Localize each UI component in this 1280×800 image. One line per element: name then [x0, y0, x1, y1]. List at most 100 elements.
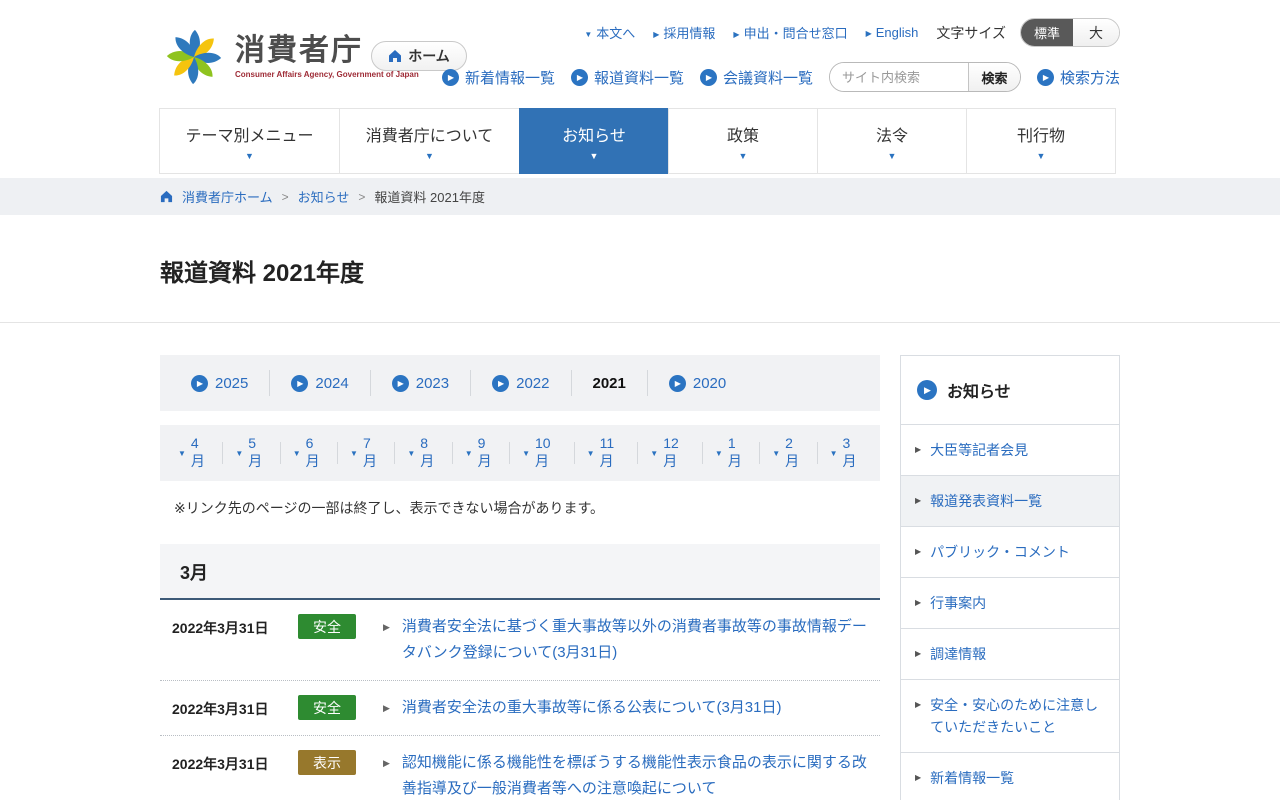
caret-down-icon: ▼	[650, 448, 659, 458]
year-tab-2024[interactable]: ▶ 2024	[270, 370, 371, 396]
link-label: 申出・問合せ窓口	[743, 26, 848, 41]
year-tab-2022[interactable]: ▶ 2022	[471, 370, 572, 396]
circle-arrow-icon: ▶	[668, 374, 686, 392]
breadcrumb-news[interactable]: お知らせ	[298, 187, 350, 206]
font-size-toggle: 標準 大	[1019, 18, 1120, 47]
sidebar-item-press-conference[interactable]: ▶ 大臣等記者会見	[900, 425, 1120, 476]
nav-news[interactable]: お知らせ ▼	[519, 108, 669, 174]
caret-down-icon: ▼	[245, 150, 254, 161]
month-tab-9[interactable]: ▼ 9月	[453, 435, 511, 469]
caret-down-icon: ▼	[350, 448, 358, 458]
news-link[interactable]: 認知機能に係る機能性を標ぼうする機能性表示食品の表示に関する改善指導及び一般消費…	[402, 750, 880, 800]
sidebar-item-events[interactable]: ▶ 行事案内	[900, 578, 1120, 629]
nav-label: テーマ別メニュー	[185, 127, 314, 145]
sidebar-item-label: 大臣等記者会見	[930, 442, 1029, 458]
sidebar-item-label: パブリック・コメント	[930, 544, 1070, 560]
utility-links-row: ▼ 本文へ ▶ 採用情報 ▶ 申出・問合せ窓口 ▶ English 文字サイズ 標準 大	[584, 18, 1120, 47]
month-tab-1[interactable]: ▼ 1月	[703, 435, 761, 469]
year-tab-2023[interactable]: ▶ 2023	[371, 370, 472, 396]
triangle-right-icon: ▶	[733, 30, 740, 39]
month-tab-11[interactable]: ▼ 11月	[575, 435, 639, 469]
month-tab-6[interactable]: ▼ 6月	[281, 435, 339, 469]
sidebar-item-label: 行事案内	[930, 595, 987, 611]
month-tab-3[interactable]: ▼ 3月	[818, 435, 874, 469]
month-tab-12[interactable]: ▼ 12月	[638, 435, 703, 469]
news-row: 2022年3月31日 安全 ▶ 消費者安全法の重大事故等に係る公表について(3月…	[160, 681, 880, 736]
caret-down-icon: ▼	[235, 448, 244, 458]
nav-label: 法令	[875, 127, 908, 145]
month-tab-2[interactable]: ▼ 2月	[760, 435, 818, 469]
nav-about-agency[interactable]: 消費者庁について ▼	[339, 108, 520, 174]
link-english[interactable]: ▶ English	[866, 25, 919, 40]
link-search-help[interactable]: ▶ 検索方法	[1036, 67, 1120, 88]
link-contact[interactable]: ▶ 申出・問合せ窓口	[733, 23, 847, 42]
triangle-right-icon: ▶	[383, 622, 390, 632]
link-to-content[interactable]: ▼ 本文へ	[584, 23, 635, 42]
site-search-input[interactable]	[829, 63, 968, 91]
triangle-right-icon: ▶	[915, 547, 922, 556]
year-tab-2021-current: 2021	[572, 370, 648, 396]
breadcrumb-separator: >	[281, 189, 289, 204]
sidebar-item-procurement[interactable]: ▶ 調達情報	[900, 629, 1120, 680]
news-link[interactable]: 消費者安全法の重大事故等に係る公表について(3月31日)	[402, 695, 880, 721]
caret-down-icon: ▼	[829, 448, 838, 458]
caret-down-icon: ▼	[584, 30, 593, 39]
caret-down-icon: ▼	[522, 448, 530, 458]
nav-publications[interactable]: 刊行物 ▼	[966, 108, 1116, 174]
nav-theme-menu[interactable]: テーマ別メニュー ▼	[159, 108, 340, 174]
month-label: 10月	[534, 435, 551, 469]
content-column: ▶ 2025 ▶ 2024 ▶ 2023 ▶ 2022 2021 ▶ 2020 …	[160, 355, 880, 800]
year-tab-2020[interactable]: ▶ 2020	[648, 370, 747, 396]
sidebar-item-safety-cautions[interactable]: ▶ 安全・安心のために注意していただきたいこと	[900, 680, 1120, 753]
caret-down-icon: ▼	[464, 448, 473, 458]
search-button[interactable]: 検索	[967, 63, 1020, 91]
sidebar-item-new-info-list[interactable]: ▶ 新着情報一覧	[900, 753, 1120, 800]
month-label: 8月	[420, 435, 435, 469]
caret-down-icon: ▼	[589, 150, 599, 161]
circle-arrow-icon: ▶	[570, 68, 588, 86]
circle-arrow-icon: ▶	[291, 374, 309, 392]
year-tab-2025[interactable]: ▶ 2025	[170, 370, 271, 396]
caret-down-icon: ▼	[714, 448, 723, 458]
quick-links-row: ▶ 新着情報一覧 ▶ 報道資料一覧 ▶ 会議資料一覧 検索 ▶ 検索方法	[441, 62, 1120, 92]
link-label: 報道資料一覧	[593, 69, 684, 87]
link-press-materials-list[interactable]: ▶ 報道資料一覧	[570, 67, 684, 88]
link-meeting-materials-list[interactable]: ▶ 会議資料一覧	[699, 67, 813, 88]
circle-arrow-icon: ▶	[391, 374, 409, 392]
news-link[interactable]: 消費者安全法に基づく重大事故等以外の消費者事故等の事故情報データバンク登録につい…	[402, 614, 880, 666]
month-tab-10[interactable]: ▼ 10月	[510, 435, 575, 469]
font-size-large-button[interactable]: 大	[1073, 19, 1119, 46]
breadcrumb-home[interactable]: 消費者庁ホーム	[182, 187, 273, 206]
page-title-block: 報道資料 2021年度	[0, 215, 1280, 323]
link-label: English	[875, 25, 919, 40]
nav-policy[interactable]: 政策 ▼	[668, 108, 818, 174]
pinwheel-logo-icon	[166, 29, 222, 85]
sidebar-header: ▶ お知らせ	[900, 355, 1120, 425]
sidebar-item-press-release-list[interactable]: ▶ 報道発表資料一覧	[900, 476, 1120, 527]
month-tab-4[interactable]: ▼ 4月	[166, 435, 224, 469]
triangle-right-icon: ▶	[915, 598, 922, 607]
link-recruit[interactable]: ▶ 採用情報	[653, 23, 715, 42]
month-tab-7[interactable]: ▼ 7月	[338, 435, 396, 469]
sidebar-item-label: 報道発表資料一覧	[930, 493, 1043, 509]
link-new-info-list[interactable]: ▶ 新着情報一覧	[441, 67, 555, 88]
sidebar-item-public-comment[interactable]: ▶ パブリック・コメント	[900, 527, 1120, 578]
global-nav: テーマ別メニュー ▼ 消費者庁について ▼ お知らせ ▼ 政策 ▼ 法令 ▼ 刊…	[159, 108, 1120, 174]
month-label: 6月	[305, 435, 320, 469]
main-area: ▶ 2025 ▶ 2024 ▶ 2023 ▶ 2022 2021 ▶ 2020 …	[160, 355, 1120, 800]
category-badge: 安全	[298, 614, 356, 639]
circle-arrow-icon: ▶	[699, 68, 717, 86]
nav-laws[interactable]: 法令 ▼	[817, 108, 967, 174]
caret-down-icon: ▼	[407, 448, 416, 458]
font-size-standard-button[interactable]: 標準	[1020, 19, 1073, 46]
link-label: 本文へ	[596, 26, 636, 41]
sidebar-title: お知らせ	[947, 384, 1011, 401]
breadcrumb-current: 報道資料 2021年度	[374, 190, 485, 205]
triangle-right-icon: ▶	[383, 703, 390, 713]
month-tab-5[interactable]: ▼ 5月	[223, 435, 281, 469]
month-tab-8[interactable]: ▼ 8月	[395, 435, 453, 469]
month-label: 1月	[727, 435, 742, 469]
triangle-right-icon: ▶	[915, 700, 922, 709]
month-label: 2月	[785, 435, 800, 469]
link-label: 採用情報	[663, 26, 716, 41]
